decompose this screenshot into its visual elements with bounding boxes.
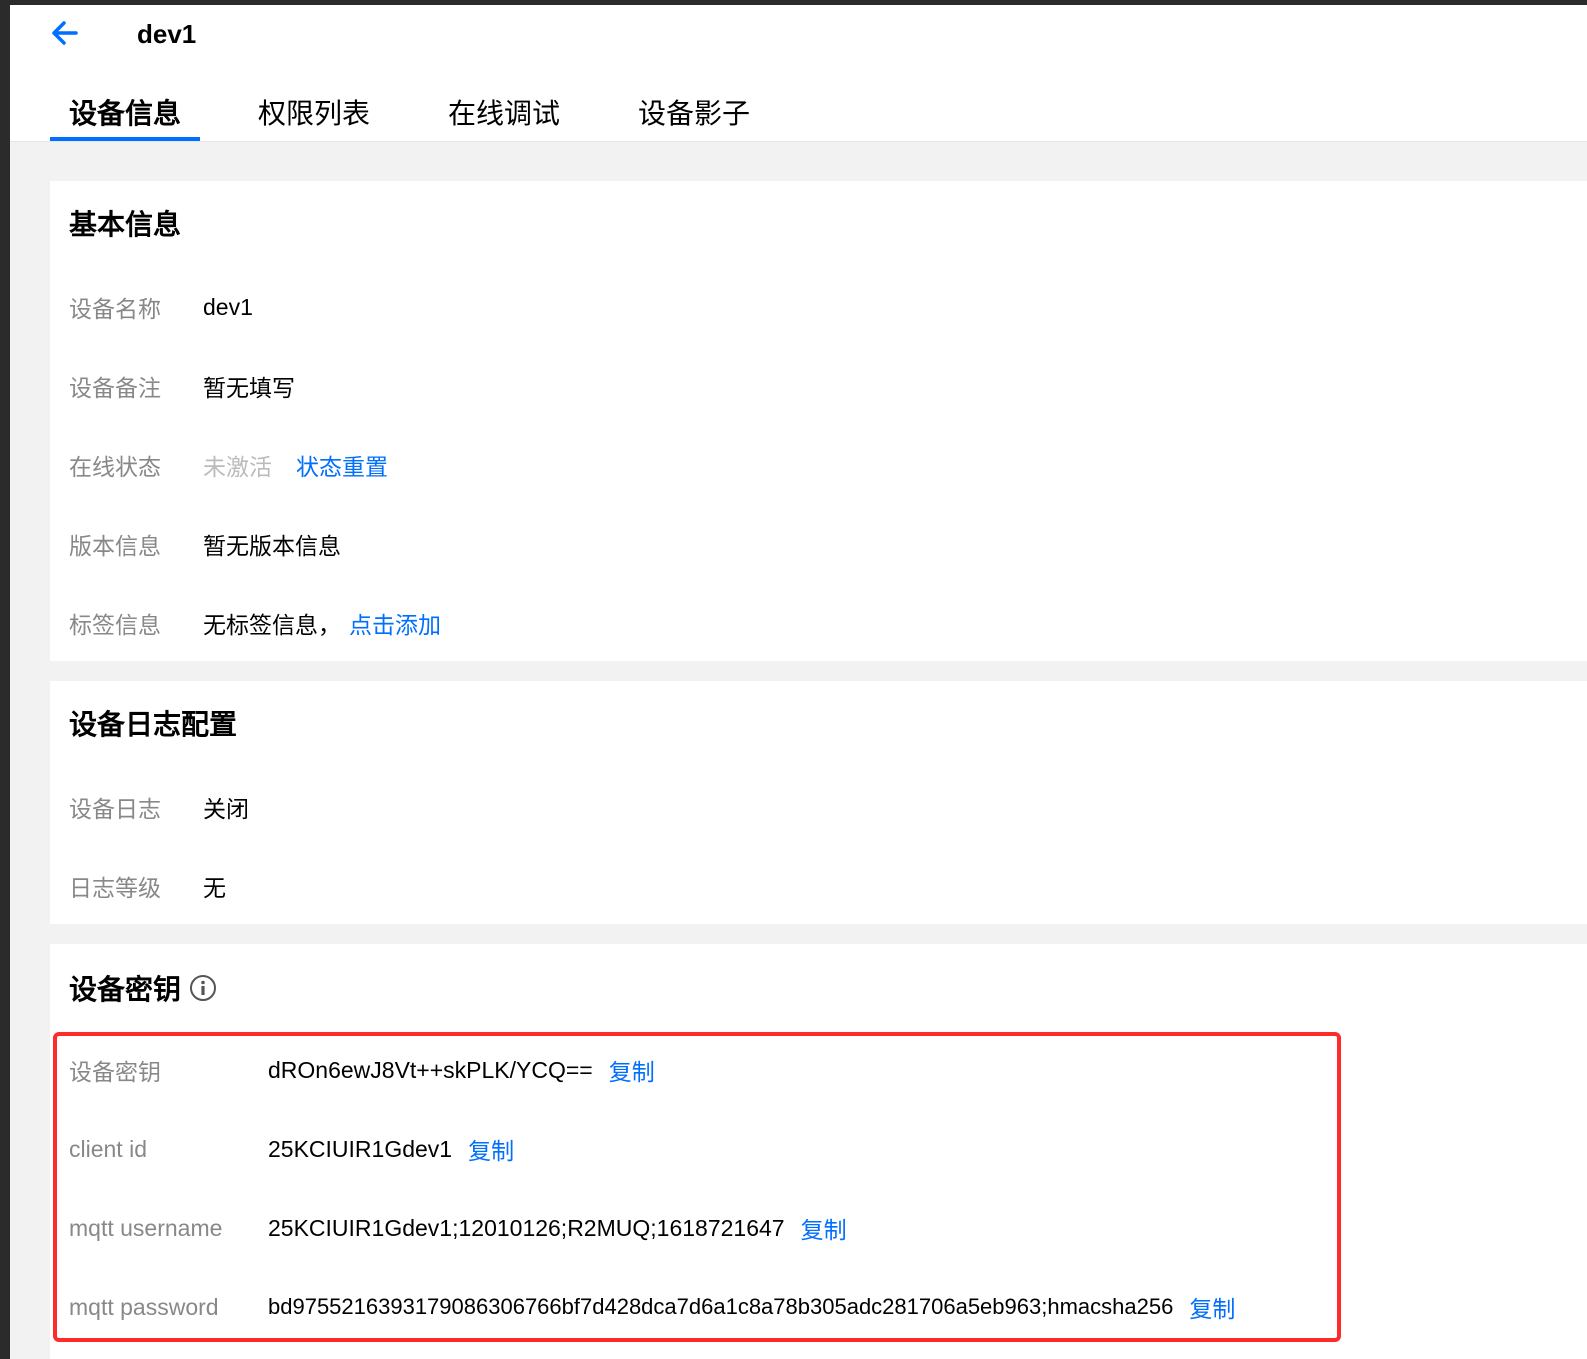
tab-device-info[interactable]: 设备信息 [50,92,200,142]
copy-button[interactable]: 复制 [801,1211,847,1245]
mqtt-username-value: 25KCIUIR1Gdev1;12010126;R2MUQ;1618721647 [268,1214,785,1241]
device-note-row: 设备备注 暂无填写 [69,369,295,403]
copy-button[interactable]: 复制 [609,1053,655,1087]
tab-permissions[interactable]: 权限列表 [239,92,389,142]
copy-button[interactable]: 复制 [468,1132,514,1166]
section-title: 基本信息 [69,209,182,240]
field-label: 在线状态 [69,454,161,480]
field-label: 日志等级 [69,875,161,901]
device-log-value: 关闭 [203,796,249,822]
field-label: mqtt username [69,1214,223,1241]
tab-label: 权限列表 [257,98,370,129]
device-name-row: 设备名称 dev1 [69,290,253,324]
version-row: 版本信息 暂无版本信息 [69,527,341,561]
tab-label: 设备信息 [68,98,181,129]
status-reset-link[interactable]: 状态重置 [296,448,388,482]
tag-row: 标签信息 无标签信息， 点击添加 [69,606,441,640]
active-tab-indicator [50,137,200,141]
back-button[interactable] [46,15,86,55]
online-status-row: 在线状态 未激活 状态重置 [69,448,388,482]
mqtt-password-row: mqtt password bd9755216393179086306766bf… [69,1290,1235,1324]
device-secret-card: 设备密钥 设备密钥 dROn6ewJ8Vt++skPLK/YCQ== 复制 cl… [50,944,1587,1359]
secret-row: 设备密钥 dROn6ewJ8Vt++skPLK/YCQ== 复制 [69,1053,655,1087]
tab-label: 设备影子 [637,98,750,129]
log-level-row: 日志等级 无 [69,869,226,903]
log-config-card: 设备日志配置 设备日志 关闭 日志等级 无 [50,681,1587,924]
tag-add-link[interactable]: 点击添加 [349,606,441,640]
mqtt-password-value: bd9755216393179086306766bf7d428dca7d6a1c… [268,1294,1174,1319]
secret-value: dROn6ewJ8Vt++skPLK/YCQ== [268,1056,593,1083]
tab-device-shadow[interactable]: 设备影子 [619,92,769,142]
section-title: 设备日志配置 [69,709,238,740]
field-label: mqtt password [69,1293,219,1320]
tab-label: 在线调试 [447,98,560,129]
basic-info-card: 基本信息 设备名称 dev1 设备备注 暂无填写 在线状态 未激活 状态重置 版… [50,181,1587,661]
client-id-value: 25KCIUIR1Gdev1 [268,1135,453,1162]
field-label: 设备名称 [69,296,161,322]
mqtt-username-row: mqtt username 25KCIUIR1Gdev1;12010126;R2… [69,1211,847,1245]
device-name-value: dev1 [203,293,253,320]
log-level-value: 无 [203,875,226,901]
section-title: 设备密钥 [69,974,182,1005]
page-header: dev1 设备信息 权限列表 在线调试 设备影子 [10,5,1587,142]
tab-online-debug[interactable]: 在线调试 [429,92,579,142]
field-label: 设备密钥 [69,1059,161,1085]
device-note-value: 暂无填写 [203,375,295,401]
info-icon[interactable] [189,974,217,1002]
client-id-row: client id 25KCIUIR1Gdev1 复制 [69,1132,514,1166]
device-log-row: 设备日志 关闭 [69,790,249,824]
section-title-wrap: 设备密钥 [69,968,217,1008]
field-label: 版本信息 [69,533,161,559]
page-title: dev1 [137,19,197,49]
version-value: 暂无版本信息 [203,533,341,559]
app-window: dev1 设备信息 权限列表 在线调试 设备影子 基本信息 设备名称 dev1 … [10,5,1587,1359]
online-status-value: 未激活 [203,454,272,480]
field-label: 标签信息 [69,612,161,638]
arrow-left-icon [52,21,78,45]
field-label: 设备日志 [69,796,161,822]
field-label: 设备备注 [69,375,161,401]
copy-button[interactable]: 复制 [1189,1290,1235,1324]
field-label: client id [69,1135,147,1162]
tag-value: 无标签信息， [203,612,341,638]
